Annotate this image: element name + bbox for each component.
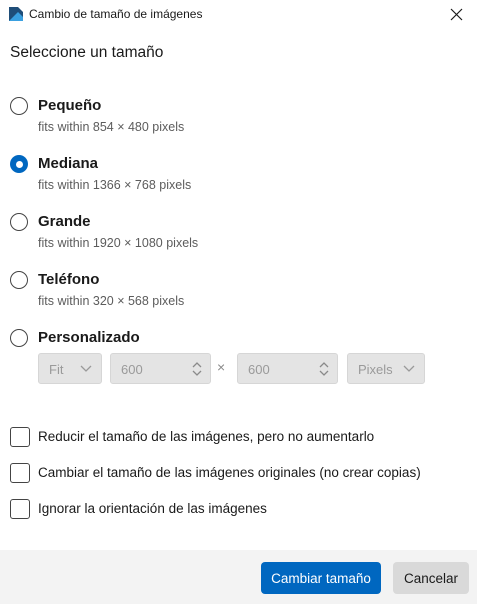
radio-small[interactable] xyxy=(10,97,28,115)
title-bar: Cambio de tamaño de imágenes xyxy=(0,0,477,30)
size-option-custom[interactable]: Personalizado xyxy=(10,329,450,351)
custom-size-controls: Fit 600 × 600 Pixels xyxy=(38,353,438,384)
window-title: Cambio de tamaño de imágenes xyxy=(29,7,203,21)
size-option-small[interactable]: Pequeño fits within 854 × 480 pixels xyxy=(10,97,450,143)
checkbox[interactable] xyxy=(10,427,30,447)
option-description: fits within 320 × 568 pixels xyxy=(38,294,185,308)
checkbox[interactable] xyxy=(10,499,30,519)
height-input[interactable]: 600 xyxy=(237,353,338,384)
cancel-button[interactable]: Cancelar xyxy=(393,562,469,594)
checkbox-label: Cambiar el tamaño de las imágenes origin… xyxy=(38,465,421,480)
image-resizer-icon xyxy=(9,7,23,21)
unit-dropdown[interactable]: Pixels xyxy=(347,353,425,384)
spinner-icon[interactable] xyxy=(319,361,329,377)
width-input[interactable]: 600 xyxy=(110,353,211,384)
size-option-large[interactable]: Grande fits within 1920 × 1080 pixels xyxy=(10,213,450,259)
option-description: fits within 1920 × 1080 pixels xyxy=(38,236,199,250)
option-label: Pequeño xyxy=(38,97,102,114)
size-option-phone[interactable]: Teléfono fits within 320 × 568 pixels xyxy=(10,271,450,317)
times-separator: × xyxy=(217,359,226,375)
option-description: fits within 1366 × 768 pixels xyxy=(38,178,192,192)
checkbox-label: Reducir el tamaño de las imágenes, pero … xyxy=(38,429,375,444)
checkbox-shrink-only[interactable]: Reducir el tamaño de las imágenes, pero … xyxy=(10,427,470,449)
option-label: Teléfono xyxy=(38,271,100,288)
option-label: Personalizado xyxy=(38,329,140,346)
unit-value: Pixels xyxy=(358,362,393,377)
size-option-medium[interactable]: Mediana fits within 1366 × 768 pixels xyxy=(10,155,450,201)
radio-medium[interactable] xyxy=(10,155,28,173)
chevron-down-icon xyxy=(80,365,92,372)
dialog-footer: Cambiar tamaño Cancelar xyxy=(0,550,477,604)
checkbox[interactable] xyxy=(10,463,30,483)
radio-phone[interactable] xyxy=(10,271,28,289)
checkbox-label: Ignorar la orientación de las imágenes xyxy=(38,501,267,516)
section-heading: Seleccione un tamaño xyxy=(10,44,164,61)
radio-custom[interactable] xyxy=(10,329,28,347)
option-description: fits within 854 × 480 pixels xyxy=(38,120,185,134)
checkbox-ignore-orientation[interactable]: Ignorar la orientación de las imágenes xyxy=(10,499,470,521)
option-label: Grande xyxy=(38,213,91,230)
fit-mode-dropdown[interactable]: Fit xyxy=(38,353,102,384)
fit-mode-value: Fit xyxy=(49,362,64,377)
option-label: Mediana xyxy=(38,155,99,172)
checkbox-replace-originals[interactable]: Cambiar el tamaño de las imágenes origin… xyxy=(10,463,470,485)
close-button[interactable] xyxy=(437,0,477,30)
close-icon xyxy=(450,8,463,21)
width-value: 600 xyxy=(121,362,143,377)
spinner-icon[interactable] xyxy=(192,361,202,377)
resize-button[interactable]: Cambiar tamaño xyxy=(261,562,381,594)
height-value: 600 xyxy=(248,362,270,377)
chevron-down-icon xyxy=(403,365,415,372)
radio-large[interactable] xyxy=(10,213,28,231)
